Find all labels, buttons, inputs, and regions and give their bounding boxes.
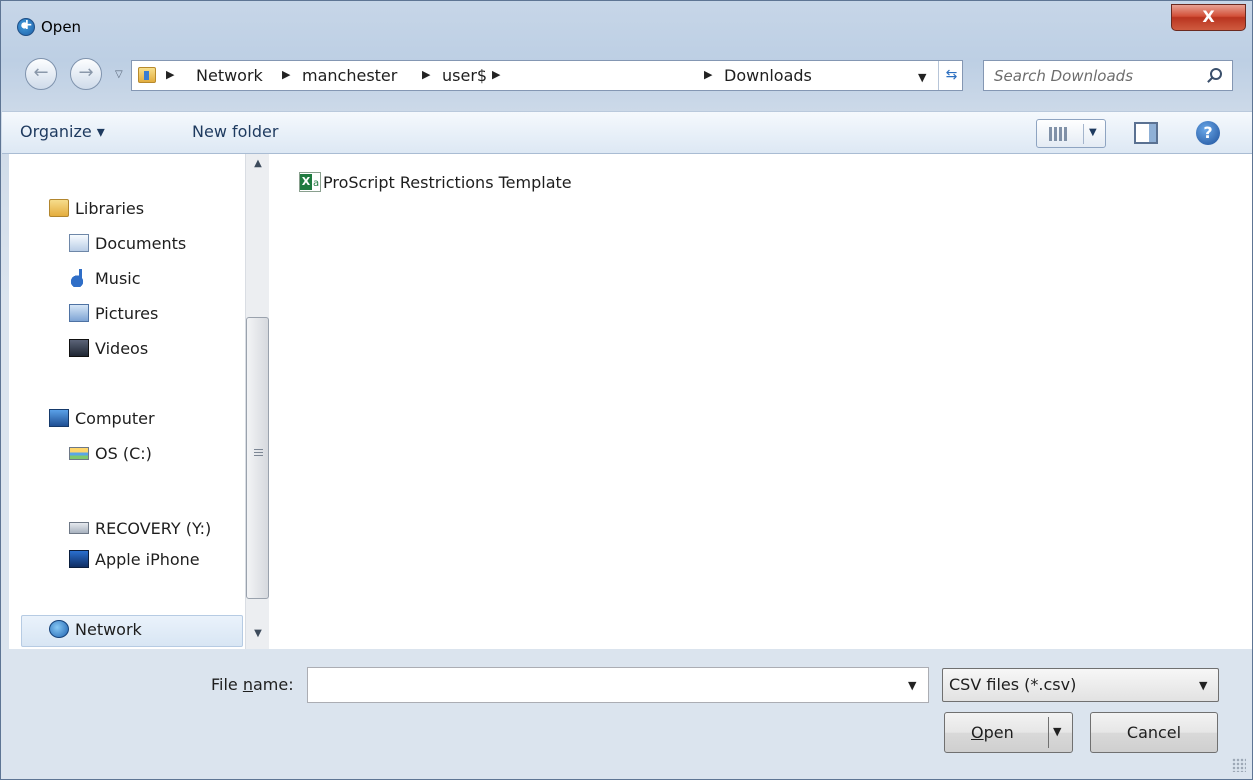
search-box[interactable] xyxy=(983,60,1233,91)
documents-icon xyxy=(69,234,89,252)
breadcrumb-separator-icon[interactable]: ▶ xyxy=(422,68,430,81)
recent-locations-chevron-icon[interactable]: ▽ xyxy=(115,69,123,80)
back-button[interactable]: ← xyxy=(25,58,57,90)
nav-item-music[interactable]: Music xyxy=(69,269,141,288)
scroll-up-arrow-icon[interactable]: ▲ xyxy=(246,158,270,169)
breadcrumb-downloads[interactable]: Downloads xyxy=(724,66,812,85)
preview-pane-icon[interactable] xyxy=(1134,122,1158,144)
organize-button[interactable]: Organize ▾ xyxy=(20,122,105,141)
file-name-input[interactable] xyxy=(312,674,892,696)
nav-item-pictures[interactable]: Pictures xyxy=(69,304,158,323)
app-icon xyxy=(17,17,35,36)
videos-icon xyxy=(69,339,89,357)
nav-item-os-c[interactable]: OS (C:) xyxy=(69,444,152,463)
nav-item-network[interactable]: Network xyxy=(49,620,142,639)
file-type-select[interactable]: CSV files (*.csv) ▼ xyxy=(942,668,1219,702)
music-icon xyxy=(69,269,89,287)
folder-icon xyxy=(138,67,156,83)
breadcrumb-separator-icon[interactable]: ▶ xyxy=(282,68,290,81)
address-bar[interactable]: ▶ Network ▶ manchester ▶ user$ ▶ ▶ Downl… xyxy=(131,60,963,91)
search-icon[interactable] xyxy=(1210,68,1222,80)
nav-item-apple-iphone[interactable]: Apple iPhone xyxy=(69,550,200,569)
file-type-dropdown-icon[interactable]: ▼ xyxy=(1199,679,1207,692)
title-bar: Open X xyxy=(1,1,1252,51)
back-arrow-icon: ← xyxy=(33,62,49,83)
file-list: Xa ProScript Restrictions Template xyxy=(271,154,1252,649)
window-title: Open xyxy=(41,18,82,36)
close-button[interactable]: X xyxy=(1171,4,1246,31)
navigation-pane: Libraries Documents Music Pictures Video… xyxy=(9,154,245,649)
file-name-dropdown-icon[interactable]: ▼ xyxy=(908,679,916,692)
content-area: Libraries Documents Music Pictures Video… xyxy=(9,154,1252,649)
new-folder-button[interactable]: New folder xyxy=(192,122,278,141)
scroll-thumb[interactable] xyxy=(246,317,269,599)
excel-file-icon: Xa xyxy=(299,172,321,192)
open-button-label: Open xyxy=(971,723,1014,742)
nav-item-computer[interactable]: Computer xyxy=(49,409,155,428)
search-input[interactable] xyxy=(994,66,1194,86)
nav-pane-scrollbar[interactable]: ▲ ▼ xyxy=(245,154,269,649)
details-view-icon xyxy=(1049,127,1069,141)
refresh-icon[interactable]: ⇆ xyxy=(938,61,964,90)
breadcrumb-user[interactable]: user$ xyxy=(442,66,487,85)
cancel-button[interactable]: Cancel xyxy=(1090,712,1218,753)
change-view-button[interactable]: ▼ xyxy=(1036,119,1106,148)
drive-c-icon xyxy=(69,447,89,460)
computer-icon xyxy=(49,409,69,427)
open-button[interactable]: Open ▼ xyxy=(944,712,1073,753)
iphone-icon xyxy=(69,550,89,568)
libraries-icon xyxy=(49,199,69,217)
file-type-value: CSV files (*.csv) xyxy=(949,675,1077,694)
breadcrumb-separator-icon[interactable]: ▶ xyxy=(166,68,174,81)
breadcrumb-manchester[interactable]: manchester xyxy=(302,66,397,85)
nav-item-videos[interactable]: Videos xyxy=(69,339,148,358)
nav-item-recovery-y[interactable]: RECOVERY (Y:) xyxy=(69,519,211,538)
file-name-label: ProScript Restrictions Template xyxy=(323,173,572,192)
file-name-combobox[interactable]: ▼ xyxy=(307,667,929,703)
toolbar: Organize ▾ New folder ▼ ? xyxy=(2,111,1252,154)
open-dialog: Open X ← → ▽ ▶ Network ▶ manchester ▶ us… xyxy=(0,0,1253,780)
file-item[interactable]: Xa ProScript Restrictions Template xyxy=(299,172,572,192)
forward-button[interactable]: → xyxy=(70,58,102,90)
nav-item-libraries[interactable]: Libraries xyxy=(49,199,144,218)
help-icon[interactable]: ? xyxy=(1196,121,1220,145)
pictures-icon xyxy=(69,304,89,322)
network-icon xyxy=(49,620,69,638)
scroll-down-arrow-icon[interactable]: ▼ xyxy=(246,628,270,639)
views-dropdown-icon[interactable]: ▼ xyxy=(1089,127,1097,138)
breadcrumb-separator-icon[interactable]: ▶ xyxy=(704,68,712,81)
grip-icon xyxy=(254,449,263,456)
open-options-dropdown-icon[interactable]: ▼ xyxy=(1053,725,1061,738)
breadcrumb-network[interactable]: Network xyxy=(196,66,263,85)
resize-grip-icon[interactable] xyxy=(1232,758,1246,772)
forward-arrow-icon: → xyxy=(78,62,94,83)
drive-icon xyxy=(69,522,89,534)
file-name-label: File name: xyxy=(211,675,294,694)
nav-item-documents[interactable]: Documents xyxy=(69,234,186,253)
breadcrumb-separator-icon[interactable]: ▶ xyxy=(492,68,500,81)
address-dropdown-icon[interactable]: ▼ xyxy=(918,71,926,84)
